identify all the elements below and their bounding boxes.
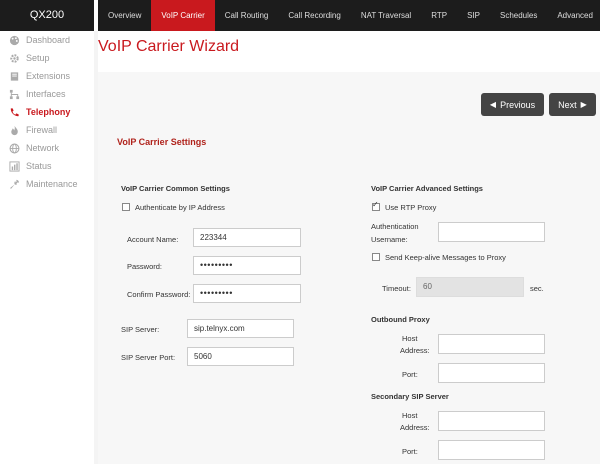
keepalive-label: Send Keep-alive Messages to Proxy xyxy=(385,253,506,262)
timeout-unit: sec. xyxy=(530,284,544,293)
auth-username-label-line2: Username: xyxy=(371,235,408,244)
content-panel xyxy=(98,72,600,464)
use-rtp-proxy-label: Use RTP Proxy xyxy=(385,203,437,212)
sidebar-item-status[interactable]: Status xyxy=(0,157,94,175)
auth-by-ip-label: Authenticate by IP Address xyxy=(135,203,225,212)
outbound-host-label-line2: Address: xyxy=(400,346,430,355)
sidebar-item-setup[interactable]: Setup xyxy=(0,49,94,67)
next-button-label: Next xyxy=(558,99,577,110)
advanced-settings-heading: VoIP Carrier Advanced Settings xyxy=(371,184,483,193)
tab-voip-carrier[interactable]: VoIP Carrier xyxy=(151,0,215,31)
gear-icon xyxy=(8,52,20,64)
sidebar-item-interfaces[interactable]: Interfaces xyxy=(0,85,94,103)
sidebar-item-firewall[interactable]: Firewall xyxy=(0,121,94,139)
auth-username-label-line1: Authentication xyxy=(371,222,419,231)
globe-icon xyxy=(8,142,20,154)
wrench-icon xyxy=(8,178,20,190)
arrow-left-icon: ◀ xyxy=(489,100,497,109)
sip-server-label: SIP Server: xyxy=(121,325,160,334)
palette-icon xyxy=(8,34,20,46)
tab-schedules[interactable]: Schedules xyxy=(490,0,547,31)
tab-sip[interactable]: SIP xyxy=(457,0,490,31)
tab-overview[interactable]: Overview xyxy=(98,0,151,31)
timeout-label: Timeout: xyxy=(382,284,411,293)
section-title: VoIP Carrier Settings xyxy=(117,137,207,147)
sidebar-item-extensions[interactable]: Extensions xyxy=(0,67,94,85)
sidebar-item-label: Extensions xyxy=(26,71,71,81)
network-tree-icon xyxy=(8,88,20,100)
sip-server-port-label: SIP Server Port: xyxy=(121,353,176,362)
sidebar-item-label: Setup xyxy=(26,53,50,63)
brand-logo: QX200 xyxy=(0,0,94,32)
secondary-host-label-line2: Address: xyxy=(400,423,430,432)
sip-server-port-field[interactable]: 5060 xyxy=(187,347,294,366)
secondary-sip-heading: Secondary SIP Server xyxy=(371,392,449,401)
bar-chart-icon xyxy=(8,160,20,172)
page-title: VoIP Carrier Wizard xyxy=(98,38,240,55)
secondary-port-field[interactable] xyxy=(438,440,545,460)
outbound-port-label: Port: xyxy=(402,370,418,379)
sidebar-item-label: Interfaces xyxy=(26,89,66,99)
sidebar-item-dashboard[interactable]: Dashboard xyxy=(0,31,94,49)
next-button[interactable]: Next ▶ xyxy=(549,93,596,116)
tab-call-recording[interactable]: Call Recording xyxy=(278,0,350,31)
tab-call-routing[interactable]: Call Routing xyxy=(215,0,279,31)
password-field[interactable]: ••••••••• xyxy=(193,256,301,275)
sidebar-item-maintenance[interactable]: Maintenance xyxy=(0,175,94,193)
use-rtp-proxy-checkbox[interactable] xyxy=(372,200,380,211)
sip-server-field[interactable]: sip.telnyx.com xyxy=(187,319,294,338)
account-name-label: Account Name: xyxy=(127,235,179,244)
sidebar-item-telephony[interactable]: Telephony xyxy=(0,103,94,121)
sidebar-item-label: Telephony xyxy=(26,107,71,117)
password-label: Password: xyxy=(127,262,163,271)
outbound-port-field[interactable] xyxy=(438,363,545,383)
sidebar-item-label: Status xyxy=(26,161,52,171)
tab-nat-traversal[interactable]: NAT Traversal xyxy=(351,0,421,31)
timeout-field[interactable]: 60 xyxy=(416,277,524,297)
account-name-field[interactable]: 223344 xyxy=(193,228,301,247)
previous-button-label: Previous xyxy=(500,99,536,110)
phone-icon xyxy=(8,106,20,118)
previous-button[interactable]: ◀ Previous xyxy=(481,93,544,116)
confirm-password-field[interactable]: ••••••••• xyxy=(193,284,301,303)
auth-by-ip-checkbox[interactable] xyxy=(122,203,130,211)
secondary-host-label-line1: Host xyxy=(402,411,418,420)
sidebar: Dashboard Setup Extensions Interfaces Te… xyxy=(0,31,94,464)
tab-rtp[interactable]: RTP xyxy=(421,0,457,31)
arrow-right-icon: ▶ xyxy=(580,100,587,109)
common-settings-heading: VoIP Carrier Common Settings xyxy=(121,184,230,193)
auth-username-field[interactable] xyxy=(438,222,545,242)
sidebar-item-label: Maintenance xyxy=(26,179,78,189)
flame-icon xyxy=(8,124,20,136)
sidebar-item-network[interactable]: Network xyxy=(0,139,94,157)
tab-advanced[interactable]: Advanced xyxy=(547,0,600,31)
outbound-host-field[interactable] xyxy=(438,334,545,354)
confirm-password-label: Confirm Password: xyxy=(127,290,191,299)
secondary-host-field[interactable] xyxy=(438,411,545,431)
secondary-port-label: Port: xyxy=(402,447,418,456)
top-tab-bar: Overview VoIP Carrier Call Routing Call … xyxy=(98,0,600,31)
outbound-proxy-heading: Outbound Proxy xyxy=(371,315,430,324)
outbound-host-label-line1: Host xyxy=(402,334,418,343)
sidebar-item-label: Firewall xyxy=(26,125,58,135)
sidebar-item-label: Dashboard xyxy=(26,35,71,45)
keepalive-checkbox[interactable] xyxy=(372,253,380,261)
book-icon xyxy=(8,70,20,82)
sidebar-item-label: Network xyxy=(26,143,60,153)
